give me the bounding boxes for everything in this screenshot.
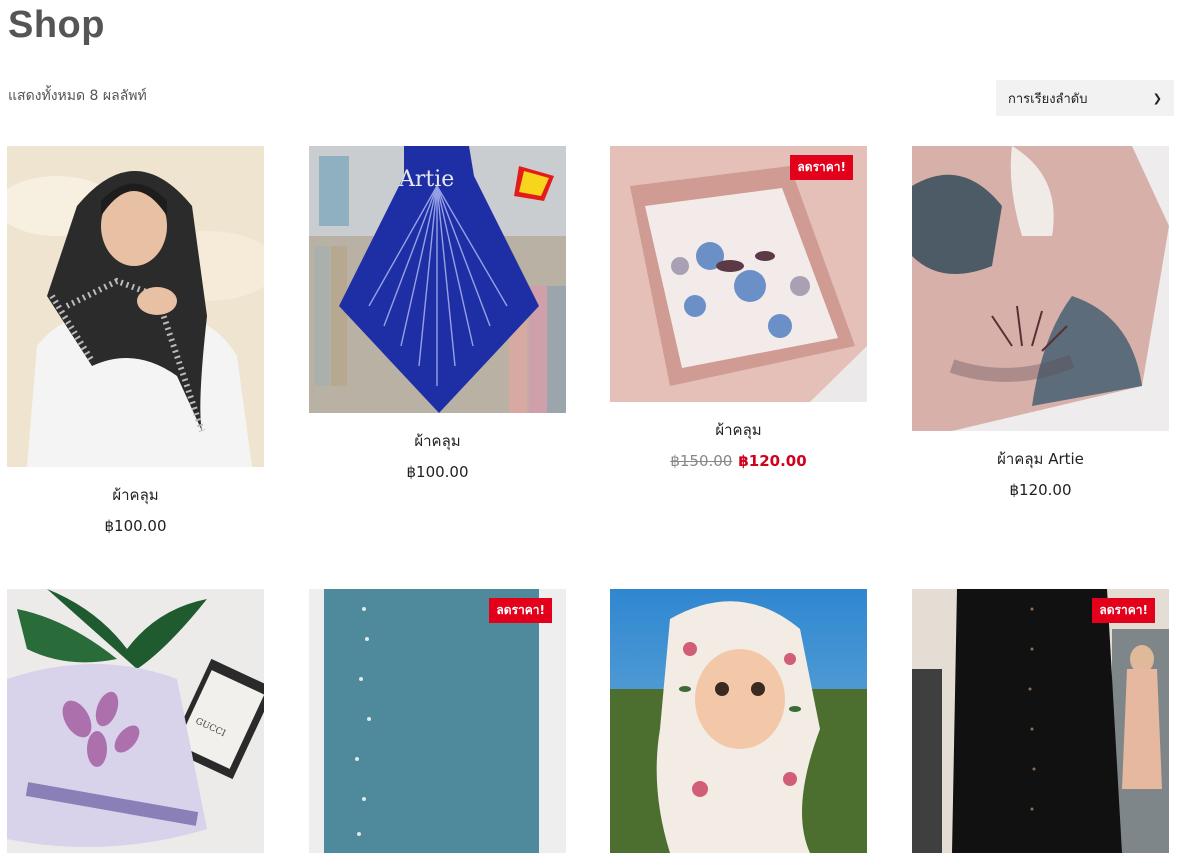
product-image[interactable] xyxy=(610,589,867,853)
product-name[interactable]: ผ้าคลุม xyxy=(610,418,867,442)
product-price: ฿150.00 ฿120.00 xyxy=(610,452,867,470)
product-image[interactable]: ลดราคา! xyxy=(912,589,1169,853)
product-card[interactable]: GUCCI xyxy=(7,589,264,853)
sale-badge: ลดราคา! xyxy=(1092,598,1155,623)
product-card[interactable]: ลดราคา! xyxy=(309,589,566,853)
orderby-select[interactable]: การเรียงลำดับ ❯ xyxy=(996,80,1174,116)
product-image[interactable]: GUCCI xyxy=(7,589,264,853)
product-image[interactable] xyxy=(912,146,1169,431)
sale-badge: ลดราคา! xyxy=(790,155,853,180)
product-card[interactable]: ผ้าคลุม ฿100.00 xyxy=(7,146,264,535)
product-card[interactable]: ลดราคา! xyxy=(912,589,1169,853)
result-count: แสดงทั้งหมด 8 ผลลัพท์ xyxy=(8,88,147,104)
chevron-down-icon: ❯ xyxy=(1152,91,1162,105)
product-price: ฿100.00 xyxy=(104,517,167,535)
product-price: ฿120.00 xyxy=(1009,481,1072,499)
product-name[interactable]: ผ้าคลุม Artie xyxy=(912,447,1169,471)
product-name[interactable]: ผ้าคลุม xyxy=(309,429,566,453)
product-price: ฿100.00 xyxy=(406,463,469,481)
product-image[interactable] xyxy=(7,146,264,467)
product-card[interactable]: ลดราคา! ผ้าคลุม ฿150.00 ฿120.00 xyxy=(610,146,867,470)
product-card[interactable]: Artie ผ้าคลุม ฿100.00 xyxy=(309,146,566,481)
orderby-selected: การเรียงลำดับ xyxy=(1008,91,1088,107)
product-image[interactable]: Artie xyxy=(309,146,566,413)
product-image[interactable]: ลดราคา! xyxy=(309,589,566,853)
sale-price: ฿120.00 xyxy=(738,452,807,470)
sale-badge: ลดราคา! xyxy=(489,598,552,623)
product-image[interactable]: ลดราคา! xyxy=(610,146,867,402)
regular-price: ฿150.00 xyxy=(670,452,733,470)
product-card[interactable]: ผ้าคลุม Artie ฿120.00 xyxy=(912,146,1169,499)
page-title: Shop xyxy=(8,4,105,46)
product-card[interactable] xyxy=(610,589,867,853)
watermark-logo: Artie xyxy=(398,167,454,192)
product-name[interactable]: ผ้าคลุม xyxy=(7,483,264,507)
